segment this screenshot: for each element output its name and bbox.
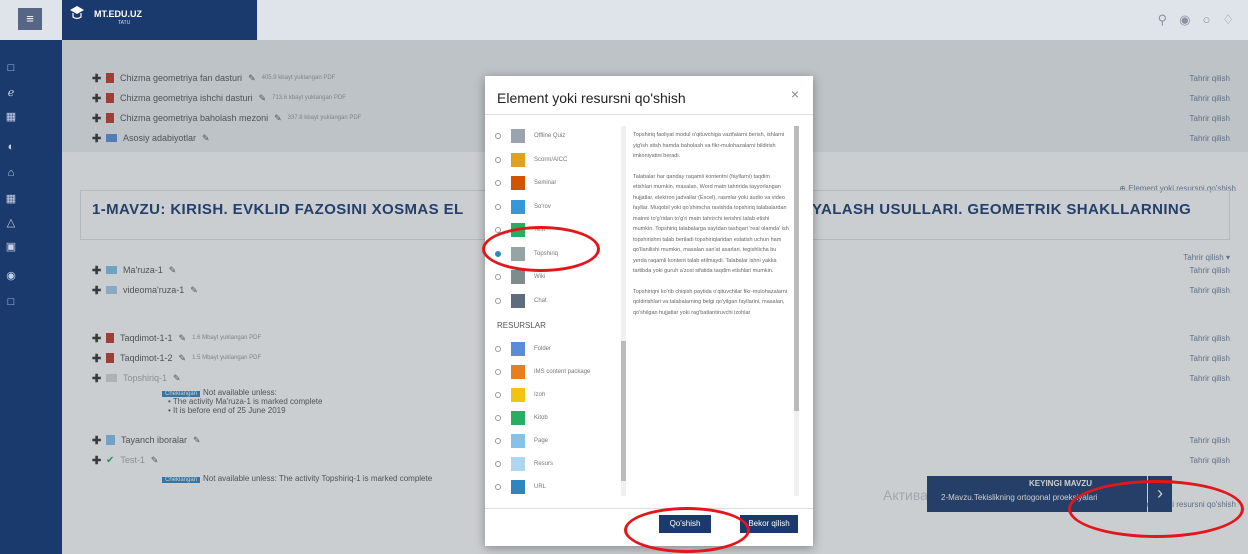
globe-icon[interactable]: ◉	[0, 269, 22, 282]
book-icon	[511, 411, 525, 425]
chat-icon	[511, 293, 525, 308]
message-icon[interactable]: ○	[1202, 12, 1210, 28]
description-text: Talabalar har qanday raqamli kontentni (…	[633, 173, 789, 275]
modal-title: Element yoki resursni qo'shish	[497, 90, 686, 106]
radio-button[interactable]	[495, 369, 501, 375]
square-icon[interactable]: □	[0, 62, 22, 74]
option-label: Offline Quiz	[534, 133, 566, 139]
resources-header: RESURSLAR	[497, 321, 546, 330]
option-kitob[interactable]: Kitob	[495, 408, 613, 428]
radio-button[interactable]	[495, 392, 501, 398]
logo-icon	[70, 6, 84, 20]
side-navigation: □ ℯ ▦ ◐ ⌂ ▦ △ ▣ ◉ □	[0, 40, 62, 554]
option-label: So'rov	[534, 203, 551, 210]
option-folder[interactable]: Folder	[495, 339, 613, 359]
folder-icon[interactable]: □	[0, 296, 22, 308]
top-icons: ⚲ ◉ ○ ♢	[1158, 12, 1234, 28]
modal-footer	[485, 508, 813, 509]
description-scrollbar[interactable]	[794, 126, 799, 496]
option-label: Seminar	[534, 180, 557, 186]
option-label: Chat	[534, 297, 547, 304]
radio-button[interactable]	[495, 274, 501, 280]
calendar-icon[interactable]: ▦	[0, 192, 22, 205]
radio-button[interactable]	[495, 461, 501, 467]
option-so-rov[interactable]: So'rov	[495, 197, 613, 217]
radio-button[interactable]	[495, 415, 501, 421]
home-icon[interactable]: ⌂	[0, 167, 22, 179]
option-izoh[interactable]: Izoh	[495, 385, 613, 405]
highlight-ellipse-add-button	[624, 507, 750, 553]
folder-icon	[511, 342, 525, 356]
radio-button[interactable]	[495, 346, 501, 352]
survey-icon	[511, 199, 525, 214]
radio-button[interactable]	[495, 133, 501, 139]
option-page[interactable]: Page	[495, 431, 613, 451]
radio-button[interactable]	[495, 156, 501, 163]
option-label: Folder	[534, 346, 552, 352]
wiki-icon	[511, 270, 525, 284]
brand-name: MT.EDU.UZ	[94, 9, 142, 19]
scroll-thumb[interactable]	[621, 341, 626, 481]
file-icon	[511, 457, 525, 471]
option-label: URL	[534, 484, 547, 490]
option-label: Page	[534, 438, 549, 444]
description-text: Topshiriqni ko'rib chiqish paytida o'qit…	[633, 288, 788, 316]
option-label: Izoh	[534, 392, 546, 398]
option-label: Kitob	[534, 415, 548, 421]
option-label: Resurs	[534, 461, 554, 467]
gauge-icon[interactable]: ◐	[0, 141, 22, 153]
brand[interactable]: MT.EDU.UZ TATU	[62, 0, 257, 40]
radio-button[interactable]	[495, 203, 501, 210]
radio-button[interactable]	[495, 438, 501, 444]
quiz-icon	[511, 129, 525, 143]
option-resurs[interactable]: Resurs	[495, 454, 613, 474]
option-label: Scorm/AICC	[534, 156, 568, 163]
option-scorm-aicc[interactable]: Scorm/AICC	[495, 150, 613, 170]
options-scrollbar[interactable]	[621, 126, 626, 496]
divider	[485, 114, 813, 115]
option-offline-quiz[interactable]: Offline Quiz	[495, 126, 613, 146]
seminar-icon	[511, 176, 525, 190]
brand-sub: TATU	[118, 20, 131, 26]
close-icon[interactable]: ×	[791, 86, 799, 102]
search-icon[interactable]: ⚲	[1158, 12, 1168, 28]
radio-button[interactable]	[495, 484, 501, 490]
bell-icon[interactable]: ♢	[1222, 12, 1234, 28]
package-icon	[511, 365, 525, 379]
hamburger-icon[interactable]: ≡	[18, 8, 42, 30]
option-seminar[interactable]: Seminar	[495, 173, 613, 193]
chart-icon[interactable]: ℯ	[0, 86, 22, 99]
radio-button[interactable]	[495, 180, 501, 186]
option-label: IMS content package	[534, 369, 591, 375]
option-chat[interactable]: Chat	[495, 291, 613, 311]
grid-icon[interactable]: ▦	[0, 110, 22, 123]
globe-icon[interactable]: ◉	[1179, 12, 1190, 28]
graduation-icon[interactable]: △	[0, 216, 22, 229]
option-label: Wiki	[534, 274, 546, 280]
label-icon	[511, 388, 525, 402]
scroll-thumb[interactable]	[794, 126, 799, 411]
option-url[interactable]: URL	[495, 477, 613, 497]
url-icon	[511, 480, 525, 494]
description-text: Topshiriq faoliyat modul o'qituvchiga va…	[633, 132, 785, 159]
add-activity-modal: Element yoki resursni qo'shish × Offline…	[485, 76, 813, 546]
page-icon	[511, 434, 525, 448]
highlight-ellipse-add-link	[1068, 480, 1244, 538]
highlight-ellipse-topshiriq	[482, 226, 600, 272]
radio-button[interactable]	[495, 297, 501, 304]
scorm-icon	[511, 152, 525, 167]
activity-description: Topshiriq faoliyat modul o'qituvchiga va…	[633, 130, 789, 328]
book-icon[interactable]: ▣	[0, 240, 22, 253]
option-ims-content-package[interactable]: IMS content package	[495, 362, 613, 382]
